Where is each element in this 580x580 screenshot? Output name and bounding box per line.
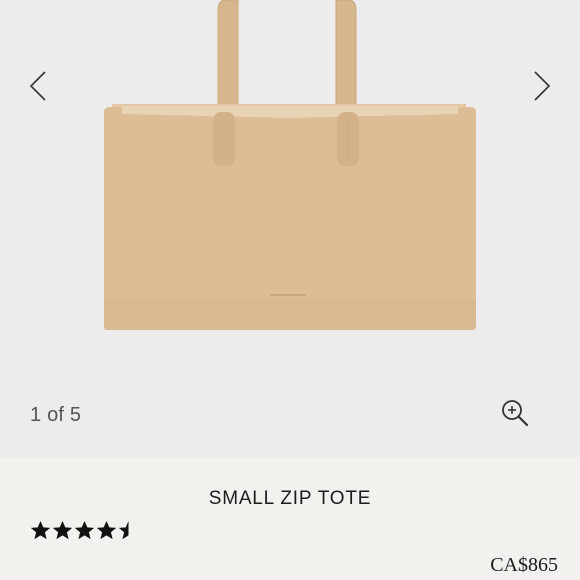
star-icon <box>74 521 95 540</box>
star-icon <box>96 521 117 540</box>
product-image <box>104 0 476 330</box>
zoom-in-icon <box>502 400 529 427</box>
chevron-left-icon <box>29 71 46 101</box>
product-image-gallery: 1 of 5 <box>0 0 580 458</box>
product-title: SMALL ZIP TOTE <box>208 488 372 509</box>
star-icon <box>118 521 139 540</box>
zoom-button[interactable] <box>500 398 530 428</box>
product-price: CA$865 <box>490 554 558 576</box>
star-rating[interactable] <box>30 520 139 541</box>
image-counter: 1 of 5 <box>30 404 82 426</box>
product-info: SMALL ZIP TOTE CA$865 <box>0 458 580 580</box>
star-icon <box>30 521 51 540</box>
previous-image-button[interactable] <box>24 66 52 106</box>
next-image-button[interactable] <box>528 66 556 106</box>
star-icon <box>52 521 73 540</box>
chevron-right-icon <box>534 71 551 101</box>
